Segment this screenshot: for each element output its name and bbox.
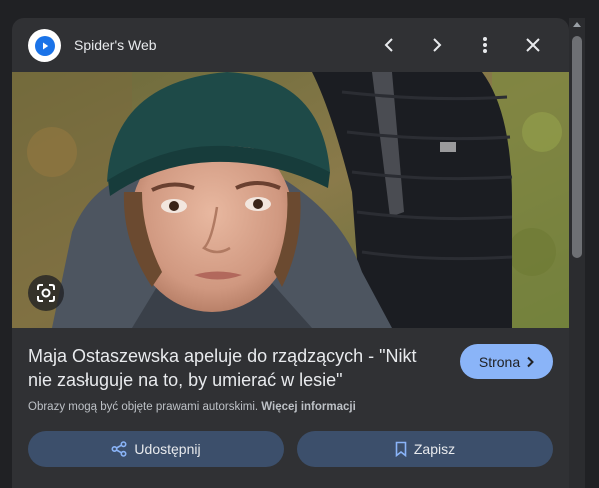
- more-options-button[interactable]: [471, 31, 499, 59]
- more-info-link[interactable]: Więcej informacji: [261, 401, 355, 413]
- logo-badge: [34, 35, 55, 56]
- woman-in-beanie-photo: [12, 72, 569, 328]
- copyright-notice: Obrazy mogą być objęte prawami autorskim…: [28, 401, 356, 413]
- image-preview-panel: Spider's Web Maja Ostaszewska apeluje do…: [12, 18, 569, 488]
- save-button[interactable]: Zapisz: [297, 431, 553, 467]
- share-button[interactable]: Udostępnij: [28, 431, 284, 467]
- copyright-notice-text: Obrazy mogą być objęte prawami autorskim…: [28, 401, 259, 413]
- previous-button[interactable]: [375, 31, 403, 59]
- chevron-right-icon: [433, 38, 442, 52]
- share-icon: [111, 441, 127, 457]
- share-label: Udostępnij: [134, 441, 201, 457]
- close-icon: [526, 38, 540, 52]
- source-name[interactable]: Spider's Web: [74, 37, 157, 53]
- more-vert-icon: [483, 37, 487, 53]
- play-icon: [42, 42, 48, 49]
- panel-header: Spider's Web: [12, 18, 569, 72]
- save-label: Zapisz: [413, 441, 456, 457]
- scrollbar[interactable]: [569, 18, 585, 488]
- bookmark-icon: [395, 441, 407, 457]
- scrollbar-thumb[interactable]: [572, 36, 582, 258]
- result-title[interactable]: Maja Ostaszewska apeluje do rządzących -…: [28, 344, 428, 392]
- scroll-up-arrow-icon[interactable]: [573, 22, 581, 27]
- spiders-web-logo-icon[interactable]: [28, 29, 61, 62]
- close-button[interactable]: [519, 31, 547, 59]
- visit-site-button[interactable]: Strona: [460, 344, 553, 379]
- next-button[interactable]: [423, 31, 451, 59]
- chevron-left-icon: [384, 38, 393, 52]
- google-lens-button[interactable]: [28, 275, 64, 311]
- google-lens-icon: [37, 284, 55, 302]
- chevron-right-icon: [527, 356, 535, 367]
- preview-image[interactable]: [12, 72, 569, 328]
- visit-button-label: Strona: [478, 353, 521, 370]
